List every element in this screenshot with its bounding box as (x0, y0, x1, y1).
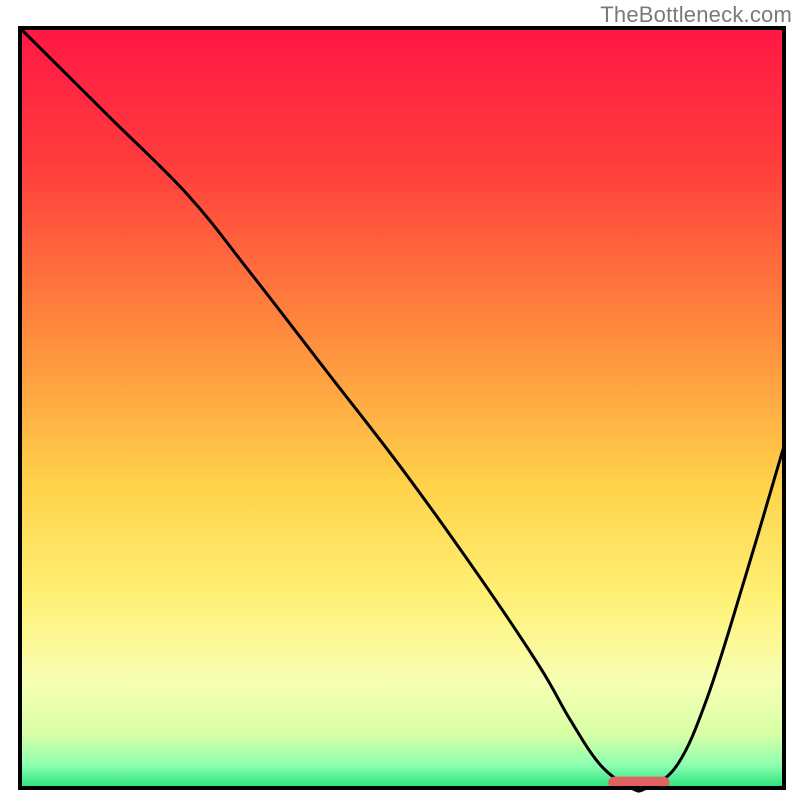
bottleneck-plot (0, 0, 800, 800)
plot-area (20, 28, 784, 791)
chart-stage: TheBottleneck.com (0, 0, 800, 800)
